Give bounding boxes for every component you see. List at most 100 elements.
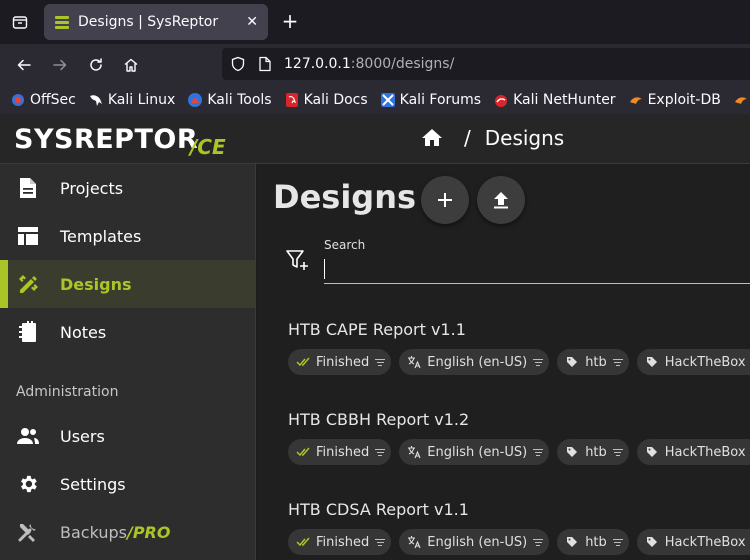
sidebar-item-notes[interactable]: Notes xyxy=(0,308,255,356)
tab-close-icon[interactable]: ✕ xyxy=(246,14,258,30)
bookmarks-bar: OffSec Kali Linux Kali Tools Kali Docs K… xyxy=(0,86,750,114)
tag-icon xyxy=(565,535,579,549)
language-chip[interactable]: English (en-US) xyxy=(399,349,550,375)
tag-chip[interactable]: htb xyxy=(557,349,629,375)
filter-menu-icon[interactable] xyxy=(612,448,623,456)
sidebar-item-users[interactable]: Users xyxy=(0,412,255,460)
bookmark-exploit-db[interactable]: Exploit-DB xyxy=(628,92,721,108)
logo-edition: /CE xyxy=(190,135,226,159)
arrow-left-icon xyxy=(17,59,31,71)
bookmark-kali-forums[interactable]: Kali Forums xyxy=(380,92,481,108)
sidebar-item-label: Templates xyxy=(60,226,142,246)
browser-tab-designs[interactable]: Designs | SysReptor ✕ xyxy=(44,4,268,40)
url-bar[interactable]: 127.0.0.1:8000/designs/ xyxy=(222,48,750,80)
import-design-button[interactable] xyxy=(477,176,525,224)
filter-menu-icon[interactable] xyxy=(375,448,386,456)
sysreptor-favicon-icon xyxy=(55,16,69,29)
filter-menu-icon[interactable] xyxy=(612,358,623,366)
filter-menu-icon[interactable] xyxy=(612,538,623,546)
pro-badge: /PRO xyxy=(126,522,171,542)
add-design-button[interactable] xyxy=(421,176,469,224)
sidebar-item-label: Settings xyxy=(60,474,126,494)
tag-chip[interactable]: HackTheBox xyxy=(636,529,750,555)
search-input[interactable] xyxy=(324,256,750,284)
filter-plus-icon[interactable] xyxy=(285,248,309,272)
main-content: Designs Search HTB CAPE Report v1.1 Fini… xyxy=(257,164,750,560)
translate-icon xyxy=(407,355,421,369)
design-title[interactable]: HTB CAPE Report v1.1 xyxy=(288,320,750,339)
tag-icon xyxy=(645,445,659,459)
bookmark-go[interactable]: Go xyxy=(733,92,750,108)
status-chip[interactable]: Finished xyxy=(288,529,392,555)
sidebar-item-designs[interactable]: Designs xyxy=(0,260,255,308)
language-chip[interactable]: English (en-US) xyxy=(399,529,550,555)
tab-list-button[interactable] xyxy=(8,10,32,34)
url-text[interactable]: 127.0.0.1:8000/designs/ xyxy=(284,56,454,72)
status-chip[interactable]: Finished xyxy=(288,439,392,465)
tools-icon xyxy=(16,520,40,544)
double-check-icon xyxy=(296,535,310,549)
bookmark-kali-linux[interactable]: Kali Linux xyxy=(88,92,175,108)
kali-docs-icon xyxy=(284,92,300,108)
kali-tools-icon xyxy=(187,92,203,108)
reload-button[interactable] xyxy=(84,53,108,77)
bookmark-offsec[interactable]: OffSec xyxy=(10,92,76,108)
tab-list-icon xyxy=(12,16,28,29)
page-icon[interactable] xyxy=(258,56,272,72)
filter-menu-icon[interactable] xyxy=(375,358,386,366)
sidebar-item-label: Backups/PRO xyxy=(60,522,171,542)
translate-icon xyxy=(407,535,421,549)
filter-menu-icon[interactable] xyxy=(533,538,544,546)
sidebar-item-label: Notes xyxy=(60,322,107,342)
offsec-icon xyxy=(10,92,26,108)
design-item[interactable]: HTB CDSA Report v1.1 Finished English (e… xyxy=(288,500,750,555)
tag-icon xyxy=(645,355,659,369)
breadcrumb-separator: / xyxy=(464,126,471,150)
sysreptor-logo[interactable]: SYSREPTOR xyxy=(14,124,198,155)
search-label: Search xyxy=(324,238,366,252)
text-caret xyxy=(324,259,325,279)
status-chip[interactable]: Finished xyxy=(288,349,392,375)
document-icon xyxy=(16,176,40,200)
design-item[interactable]: HTB CBBH Report v1.2 Finished English (e… xyxy=(288,410,750,465)
double-check-icon xyxy=(296,445,310,459)
tag-icon xyxy=(565,445,579,459)
exploit-db-icon xyxy=(628,92,644,108)
home-icon[interactable] xyxy=(420,126,444,150)
filter-menu-icon[interactable] xyxy=(533,448,544,456)
language-chip[interactable]: English (en-US) xyxy=(399,439,550,465)
filter-menu-icon[interactable] xyxy=(375,538,386,546)
bookmark-kali-nethunter[interactable]: Kali NetHunter xyxy=(493,92,616,108)
forward-button[interactable] xyxy=(48,53,72,77)
browser-tab-bar: Designs | SysReptor ✕ + xyxy=(0,0,750,44)
notebook-icon xyxy=(16,320,40,344)
tag-chip[interactable]: htb xyxy=(557,529,629,555)
back-button[interactable] xyxy=(12,53,36,77)
sidebar: Projects Templates Designs Notes Adminis… xyxy=(0,164,256,560)
tag-chip[interactable]: HackTheBox xyxy=(636,349,750,375)
breadcrumb-current: Designs xyxy=(484,126,565,150)
translate-icon xyxy=(407,445,421,459)
bookmark-kali-docs[interactable]: Kali Docs xyxy=(284,92,368,108)
kali-forums-icon xyxy=(380,92,396,108)
sidebar-item-projects[interactable]: Projects xyxy=(0,164,255,212)
bookmark-kali-tools[interactable]: Kali Tools xyxy=(187,92,272,108)
design-item[interactable]: HTB CAPE Report v1.1 Finished English (e… xyxy=(288,320,750,375)
app-header: SYSREPTOR /CE / Designs xyxy=(0,114,750,164)
kali-nethunter-icon xyxy=(493,92,509,108)
sidebar-item-settings[interactable]: Settings xyxy=(0,460,255,508)
browser-nav-bar: 127.0.0.1:8000/designs/ xyxy=(0,44,750,86)
sidebar-item-backups[interactable]: Backups/PRO xyxy=(0,508,255,556)
design-title[interactable]: HTB CBBH Report v1.2 xyxy=(288,410,750,429)
tag-chip[interactable]: htb xyxy=(557,439,629,465)
url-host: 127.0.0.1 xyxy=(284,56,351,72)
sidebar-item-templates[interactable]: Templates xyxy=(0,212,255,260)
home-button[interactable] xyxy=(119,53,143,77)
filter-menu-icon[interactable] xyxy=(533,358,544,366)
new-tab-button[interactable]: + xyxy=(278,10,302,34)
sidebar-item-label: Projects xyxy=(60,178,124,198)
tag-chip[interactable]: HackTheBox xyxy=(636,439,750,465)
sidebar-item-label: Users xyxy=(60,426,105,446)
shield-icon[interactable] xyxy=(230,56,246,72)
design-title[interactable]: HTB CDSA Report v1.1 xyxy=(288,500,750,519)
